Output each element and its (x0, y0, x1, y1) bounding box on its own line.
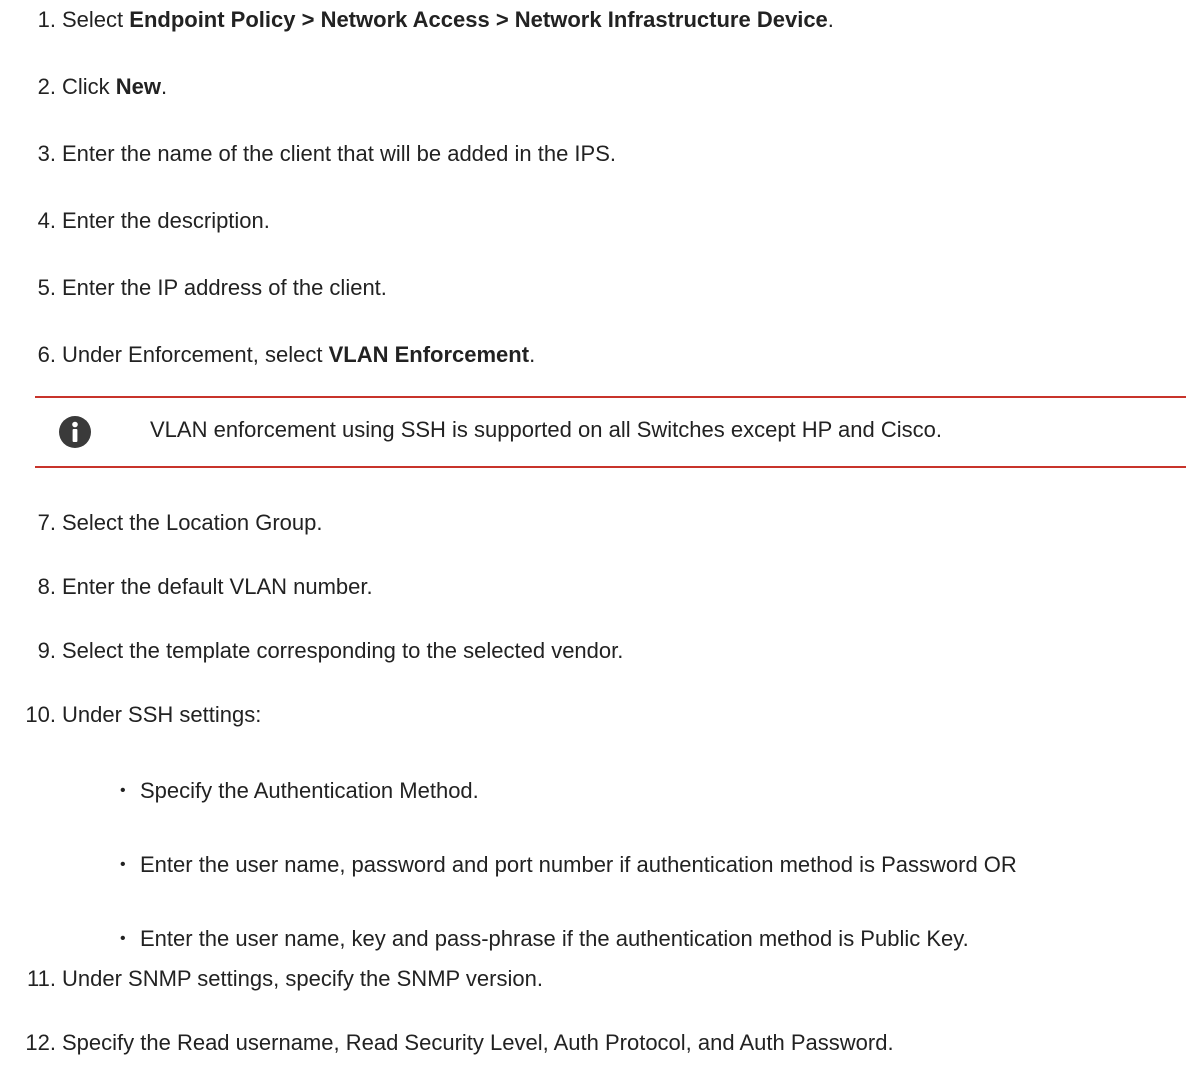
note-text: VLAN enforcement using SSH is supported … (150, 417, 942, 442)
step-number: 4. (37, 208, 56, 233)
step-number: 9. (37, 638, 56, 663)
procedure-page: 1. Select Endpoint Policy > Network Acces… (0, 0, 1195, 1076)
step-text: Enter the name of the client that will b… (62, 141, 617, 166)
list-item: • Enter the user name, password and port … (120, 850, 1017, 880)
bullet-text: Enter the user name, password and port n… (140, 852, 1017, 877)
list-item: • Enter the user name, key and pass-phras… (120, 924, 969, 954)
step-number: 2. (37, 74, 56, 99)
step-text: Click New. (62, 74, 168, 99)
step-text: Enter the default VLAN number. (62, 574, 373, 599)
note-box: VLAN enforcement using SSH is supported … (35, 396, 1186, 468)
step-text: Enter the description. (62, 208, 270, 233)
step-number: 5. (37, 275, 56, 300)
bullet-text: Specify the Authentication Method. (140, 778, 479, 803)
step-text: Under SNMP settings, specify the SNMP ve… (62, 966, 543, 991)
step-text: Under Enforcement, select VLAN Enforceme… (62, 342, 536, 367)
step-text: Select the template corresponding to the… (62, 638, 624, 663)
step-text: Select the Location Group. (62, 510, 323, 535)
step-2: 2. Click New. (0, 72, 168, 102)
step-text: Select Endpoint Policy > Network Access … (62, 7, 834, 32)
step-number: 6. (37, 342, 56, 367)
bullet-icon: • (120, 930, 126, 947)
step-text: Enter the IP address of the client. (62, 275, 387, 300)
step-text: Specify the Read username, Read Security… (62, 1030, 894, 1055)
step-12: 12. Specify the Read username, Read Secur… (0, 1028, 894, 1058)
vlan-enforcement-label: VLAN Enforcement (328, 342, 530, 367)
step-number: 1. (37, 7, 56, 32)
step-8: 8. Enter the default VLAN number. (0, 572, 373, 602)
step-7: 7. Select the Location Group. (0, 508, 323, 538)
step-1: 1. Select Endpoint Policy > Network Acces… (0, 5, 834, 35)
step-10: 10. Under SSH settings: (0, 700, 261, 730)
step-5: 5. Enter the IP address of the client. (0, 273, 387, 303)
step-9: 9. Select the template corresponding to t… (0, 636, 624, 666)
new-button-label: New (115, 74, 162, 99)
bullet-icon: • (120, 782, 126, 799)
step-number: 8. (37, 574, 56, 599)
bullet-icon: • (120, 856, 126, 873)
bullet-text: Enter the user name, key and pass-phrase… (140, 926, 969, 951)
step-number: 11. (27, 966, 56, 991)
step-number: 7. (37, 510, 56, 535)
step-text: Under SSH settings: (62, 702, 262, 727)
step-number: 3. (37, 141, 56, 166)
menu-path: Endpoint Policy > Network Access > Netwo… (129, 7, 828, 32)
list-item: • Specify the Authentication Method. (120, 776, 479, 806)
step-number: 12. (25, 1030, 56, 1055)
step-number: 10. (25, 702, 56, 727)
step-11: 11. Under SNMP settings, specify the SNMP… (0, 964, 543, 994)
step-4: 4. Enter the description. (0, 206, 270, 236)
info-icon (59, 416, 91, 448)
step-3: 3. Enter the name of the client that will… (0, 139, 616, 169)
step-6: 6. Under Enforcement, select VLAN Enforce… (0, 340, 536, 370)
